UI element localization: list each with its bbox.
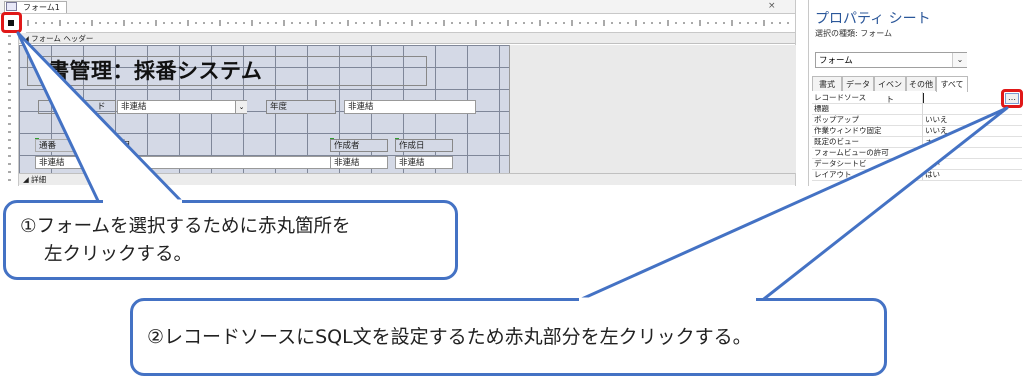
callout-two: ②レコードソースにSQL文を設定するため赤丸部分を左クリックする。 [130,298,887,376]
callout-two-text: ②レコードソースにSQL文を設定するため赤丸部分を左クリックする。 [147,326,752,348]
callout-one: ①フォームを選択するために赤丸箇所を 左クリックする。 [3,200,458,280]
callout-one-pointer [16,31,187,207]
callout-one-text: ①フォームを選択するために赤丸箇所を 左クリックする。 [20,216,351,265]
callout-two-pointer [573,106,1009,304]
